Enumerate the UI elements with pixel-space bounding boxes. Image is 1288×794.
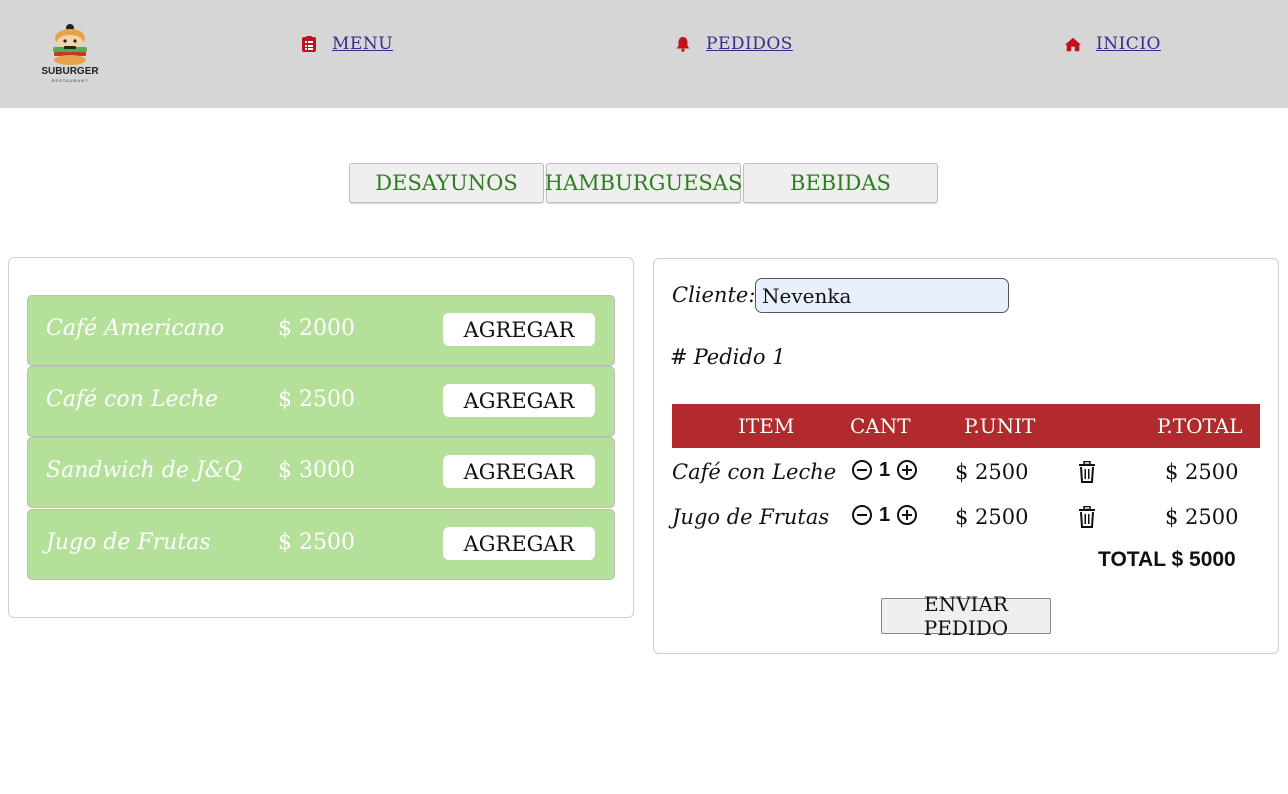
trash-icon[interactable] [1075,460,1099,484]
brand-name: SUBURGER [41,66,99,77]
burger-mascot-icon [53,24,87,65]
add-product-button[interactable]: AGREGAR [443,527,595,560]
order-unit-price: $ 2500 [955,460,1029,484]
order-line-total: $ 2500 [1165,505,1239,529]
home-icon [1064,35,1082,53]
top-header: SUBURGER RESTAURANT MENU PEDIDOS INICIO [0,0,1288,108]
tab-desayunos[interactable]: DESAYUNOS [349,163,544,203]
brand-tagline: RESTAURANT [51,78,89,83]
col-ptotal: P.TOTAL [1157,414,1243,438]
product-name: Café con Leche [46,387,218,412]
order-item-name: Jugo de Frutas [672,505,830,529]
nav-menu[interactable]: MENU [300,32,393,56]
quantity-value: 1 [879,458,891,481]
quantity-value: 1 [879,503,891,526]
nav-inicio[interactable]: INICIO [1064,32,1161,56]
cliente-label: Cliente: [672,283,756,307]
product-card: Sandwich de J&Q $ 3000 AGREGAR [27,437,615,508]
product-card: Café Americano $ 2000 AGREGAR [27,295,615,366]
product-price: $ 2500 [278,387,355,412]
product-card: Jugo de Frutas $ 2500 AGREGAR [27,509,615,580]
add-product-button[interactable]: AGREGAR [443,384,595,417]
plus-circle-icon[interactable] [895,503,919,527]
col-punit: P.UNIT [964,414,1036,438]
product-name: Café Americano [46,316,225,341]
order-unit-price: $ 2500 [955,505,1029,529]
order-table-header: ITEM CANT P.UNIT P.TOTAL [672,404,1260,448]
order-line-total: $ 2500 [1165,460,1239,484]
product-price: $ 2500 [278,530,355,555]
pedido-label: Pedido 1 [693,345,786,369]
quantity-stepper: 1 [850,503,919,527]
suburger-logo[interactable]: SUBURGER RESTAURANT [38,22,102,88]
trash-icon[interactable] [1075,505,1099,529]
quantity-stepper: 1 [850,458,919,482]
cliente-input[interactable] [755,278,1009,313]
product-card: Café con Leche $ 2500 AGREGAR [27,366,615,437]
tab-bebidas[interactable]: BEBIDAS [743,163,938,203]
nav-pedidos[interactable]: PEDIDOS [674,32,793,56]
product-name: Sandwich de J&Q [46,458,243,483]
nav-menu-link[interactable]: MENU [332,34,393,54]
nav-pedidos-link[interactable]: PEDIDOS [706,34,793,54]
col-cant: CANT [850,414,911,438]
order-total: TOTAL $ 5000 [1098,548,1236,571]
order-item-name: Café con Leche [672,460,837,484]
add-product-button[interactable]: AGREGAR [443,313,595,346]
category-tabs: DESAYUNOS HAMBURGUESAS BEBIDAS [349,163,938,203]
nav-inicio-link[interactable]: INICIO [1096,34,1161,54]
col-item: ITEM [738,414,795,438]
pedido-hash: # [670,345,688,369]
product-list-panel: Café Americano $ 2000 AGREGAR Café con L… [8,257,634,618]
plus-circle-icon[interactable] [895,458,919,482]
product-price: $ 2000 [278,316,355,341]
minus-circle-icon[interactable] [850,458,874,482]
minus-circle-icon[interactable] [850,503,874,527]
list-icon [300,35,318,53]
pedido-number: # Pedido 1 [670,345,786,369]
add-product-button[interactable]: AGREGAR [443,455,595,488]
order-row: Café con Leche 1 $ 2500 $ 2500 [672,456,1260,492]
send-order-button[interactable]: ENVIAR PEDIDO [881,592,1051,640]
order-panel: Cliente: # Pedido 1 ITEM CANT P.UNIT P.T… [653,258,1279,654]
tab-hamburguesas[interactable]: HAMBURGUESAS [545,163,742,203]
bell-icon [674,35,692,53]
product-price: $ 3000 [278,458,355,483]
order-row: Jugo de Frutas 1 $ 2500 $ 2500 [672,501,1260,537]
product-name: Jugo de Frutas [46,530,211,555]
